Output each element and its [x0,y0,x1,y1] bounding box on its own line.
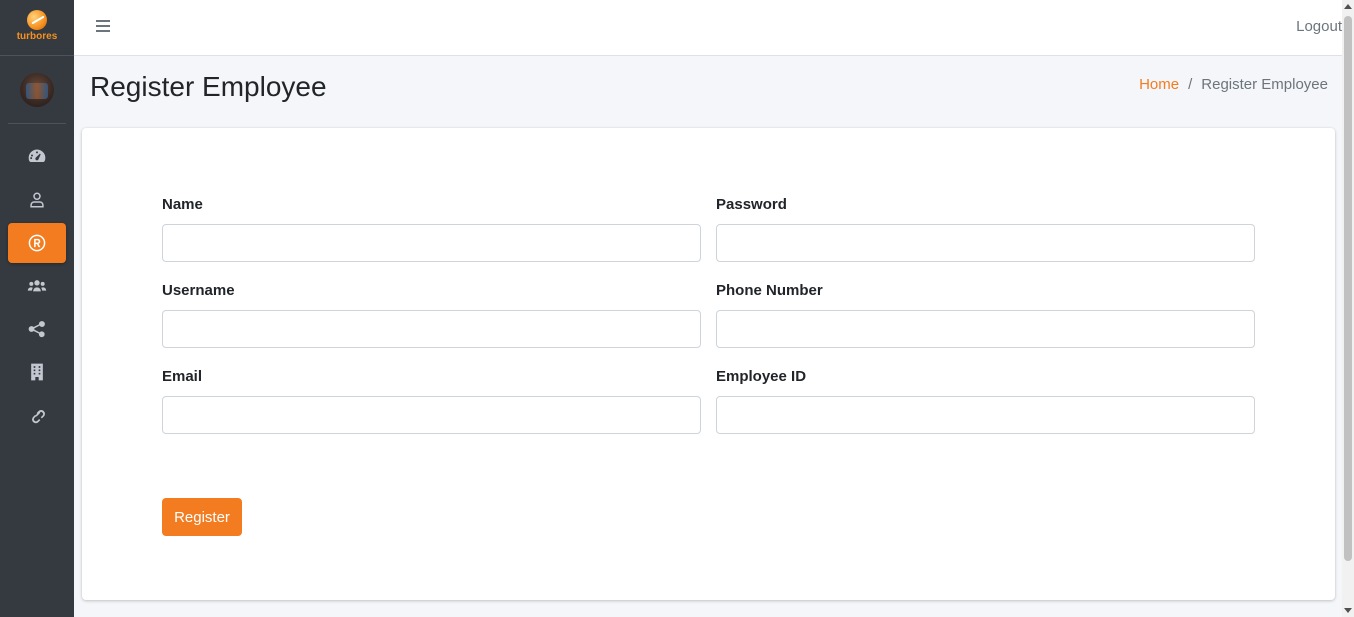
registered-icon [28,234,46,252]
scroll-up-icon[interactable] [1344,4,1352,9]
sidebar-item-profile[interactable] [8,180,66,220]
sidebar: turbores [0,0,74,617]
sidebar-item-building[interactable] [8,352,66,392]
link-icon [32,410,45,424]
building-icon [31,363,43,381]
username-label: Username [162,282,235,299]
menu-toggle-icon[interactable] [96,18,112,36]
register-button[interactable]: Register [162,498,242,536]
users-icon [27,280,47,292]
basketball-logo-icon [27,9,47,30]
sidebar-item-employees[interactable] [8,266,66,306]
phone-number-label: Phone Number [716,282,823,299]
sidebar-item-register[interactable] [8,223,66,263]
password-field[interactable] [716,224,1255,262]
sidebar-nav [0,137,74,435]
password-label: Password [716,196,787,213]
breadcrumb-home-link[interactable]: Home [1139,76,1179,93]
breadcrumb-current: Register Employee [1201,76,1328,93]
sidebar-item-share[interactable] [8,309,66,349]
avatar[interactable] [20,72,54,107]
sidebar-item-links[interactable] [8,395,66,435]
logout-link[interactable]: Logout [1296,18,1342,35]
brand-logo[interactable]: turbores [0,0,74,56]
breadcrumb-separator: / [1188,76,1193,93]
employee-id-label: Employee ID [716,368,807,385]
brand-name: turbores [16,30,58,42]
email-field[interactable] [162,396,701,434]
phone-number-field[interactable] [716,310,1255,348]
employee-id-field[interactable] [716,396,1255,434]
user-icon [30,192,44,208]
email-label: Email [162,368,203,385]
user-panel [8,56,66,124]
register-form-card: Name Password Username Phone Number Emai… [82,128,1335,600]
scroll-down-icon[interactable] [1344,608,1352,613]
name-label: Name [162,196,203,213]
top-navbar: Logout [74,0,1354,56]
scroll-thumb[interactable] [1344,16,1352,561]
share-icon [28,321,45,338]
name-field[interactable] [162,224,701,262]
page-scrollbar[interactable] [1342,0,1354,617]
breadcrumb: Home / Register Employee [1139,76,1328,93]
sidebar-item-dashboard[interactable] [8,137,66,177]
username-field[interactable] [162,310,701,348]
page-title: Register Employee [90,71,327,102]
tachometer-icon [28,149,46,162]
